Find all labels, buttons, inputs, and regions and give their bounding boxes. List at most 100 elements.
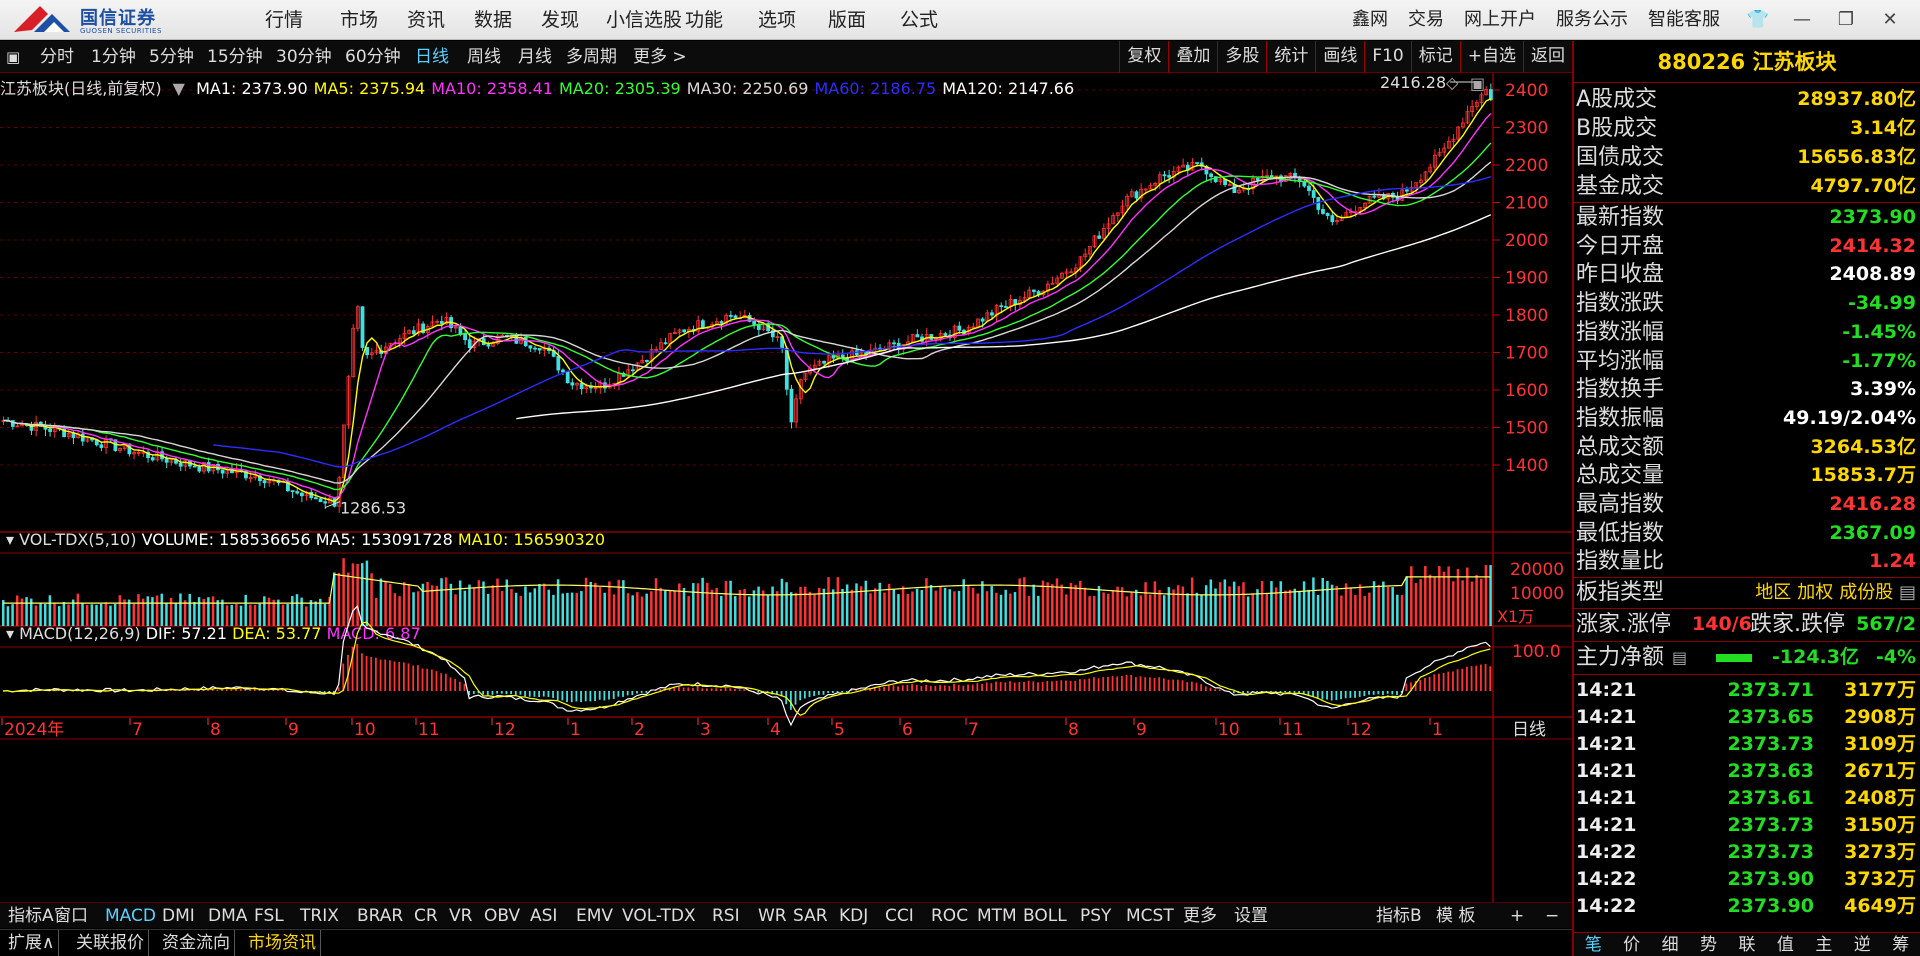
indicator-tab-4[interactable]: DMA	[208, 903, 247, 929]
extension-tab-0[interactable]: 扩展∧	[4, 930, 60, 956]
tool-0[interactable]: 复权	[1119, 41, 1168, 73]
indicator-tab-8[interactable]: CR	[414, 903, 438, 929]
indicator-tab-21[interactable]: BOLL	[1023, 903, 1067, 929]
indicator-tab-1[interactable]: 窗口	[54, 903, 88, 929]
right-menu-3[interactable]: 服务公示	[1556, 0, 1628, 40]
tick-price: 2373.90	[1727, 895, 1814, 918]
indicator-tab-7[interactable]: BRAR	[357, 903, 403, 929]
close-icon[interactable]: ✕	[1868, 0, 1912, 40]
stat-value: -1.45%	[1842, 320, 1916, 343]
indicator-tab-23[interactable]: MCST	[1126, 903, 1174, 929]
menu-8[interactable]: 版面	[828, 0, 866, 40]
extension-tab-1[interactable]: 关联报价	[72, 930, 149, 956]
tool-2[interactable]: 多股	[1217, 41, 1266, 73]
menu-6[interactable]: 功能	[685, 0, 723, 40]
tick-time: 14:22	[1576, 895, 1637, 918]
indicator-right-0[interactable]: 指标B	[1376, 903, 1422, 929]
indicator-tab-19[interactable]: ROC	[931, 903, 968, 929]
indicator-tab-16[interactable]: SAR	[793, 903, 828, 929]
indicator-tab-3[interactable]: DMI	[162, 903, 195, 929]
indicator-tab-5[interactable]: FSL	[254, 903, 284, 929]
tool-4[interactable]: 画线	[1315, 41, 1364, 73]
right-menu-2[interactable]: 网上开户	[1464, 0, 1536, 40]
menu-4[interactable]: 发现	[541, 0, 579, 40]
period-6[interactable]: 日线	[415, 41, 449, 73]
kline-chart-area[interactable]: 2400 2300 2200 2100 2000 1900 1800 1700 1600 1500…	[0, 73, 1572, 902]
indicator-tab-13[interactable]: VOL-TDX	[622, 903, 696, 929]
menu-3[interactable]: 数据	[474, 0, 512, 40]
menu-5[interactable]: 小信选股	[606, 0, 682, 40]
period-4[interactable]: 30分钟	[276, 41, 332, 73]
panel-tab-2[interactable]: 细	[1651, 933, 1689, 956]
divider	[1574, 641, 1920, 643]
menu-2[interactable]: 资讯	[407, 0, 445, 40]
tool-3[interactable]: 统计	[1266, 41, 1315, 73]
panel-tab-6[interactable]: 主	[1805, 933, 1843, 956]
sidebar-toggle-icon[interactable]: ▣	[6, 41, 20, 73]
shirt-icon[interactable]: 👕	[1736, 0, 1780, 40]
tool-1[interactable]: 叠加	[1168, 41, 1217, 73]
x-axis-label: 10	[354, 720, 376, 740]
indicator-tab-17[interactable]: KDJ	[839, 903, 868, 929]
period-0[interactable]: 分时	[40, 41, 74, 73]
menu-9[interactable]: 公式	[900, 0, 938, 40]
menu-1[interactable]: 市场	[340, 0, 378, 40]
panel-tab-8[interactable]: 筹	[1882, 933, 1920, 956]
list-icon[interactable]: ▤	[1672, 643, 1687, 672]
sector-type-2[interactable]: 成份股	[1839, 582, 1893, 603]
extension-tabs: 扩展∧ 关联报价 资金流向 市场资讯	[0, 929, 1572, 956]
panel-tab-4[interactable]: 联	[1728, 933, 1766, 956]
tool-5[interactable]: F10	[1364, 41, 1410, 73]
right-menu-0[interactable]: 鑫网	[1352, 0, 1388, 40]
menu-7[interactable]: 选项	[758, 0, 796, 40]
period-7[interactable]: 周线	[467, 41, 501, 73]
turnover-value: 3.14亿	[1850, 117, 1916, 139]
indicator-tab-18[interactable]: CCI	[885, 903, 914, 929]
brand-logo[interactable]: 国信证券 GUOSEN SECURITIES	[14, 2, 164, 38]
indicator-right-1[interactable]: 模 板	[1436, 903, 1475, 929]
minimize-icon[interactable]: —	[1780, 0, 1824, 40]
panel-tab-7[interactable]: 逆	[1843, 933, 1881, 956]
indicator-tab-14[interactable]: RSI	[712, 903, 740, 929]
restore-icon[interactable]: ❐	[1824, 0, 1868, 40]
extension-tab-3[interactable]: 市场资讯	[244, 930, 321, 956]
indicator-tab-2[interactable]: MACD	[105, 903, 156, 929]
indicator-tab-22[interactable]: PSY	[1080, 903, 1111, 929]
right-menu-1[interactable]: 交易	[1408, 0, 1444, 40]
list-icon[interactable]: ▤	[1893, 582, 1916, 603]
x-axis-label: 12	[494, 720, 516, 740]
indicator-tab-0[interactable]: 指标A	[8, 903, 54, 929]
sector-type-1[interactable]: 加权	[1797, 582, 1833, 603]
menu-0[interactable]: 行情	[265, 0, 303, 40]
period-10[interactable]: 更多 >	[633, 41, 687, 73]
period-3[interactable]: 15分钟	[207, 41, 263, 73]
panel-tab-5[interactable]: 值	[1766, 933, 1804, 956]
right-menu-4[interactable]: 智能客服	[1648, 0, 1720, 40]
period-9[interactable]: 多周期	[566, 41, 617, 73]
indicator-tab-9[interactable]: VR	[449, 903, 472, 929]
turnover-row: 基金成交 4797.70亿	[1574, 172, 1920, 201]
period-2[interactable]: 5分钟	[149, 41, 194, 73]
tool-7[interactable]: +自选	[1459, 41, 1523, 73]
tool-8[interactable]: 返回	[1523, 41, 1572, 73]
period-8[interactable]: 月线	[518, 41, 552, 73]
indicator-right-3[interactable]: −	[1545, 903, 1559, 929]
indicator-tab-12[interactable]: EMV	[576, 903, 613, 929]
indicator-tab-24[interactable]: 更多	[1183, 903, 1217, 929]
indicator-tab-11[interactable]: ASI	[530, 903, 557, 929]
period-1[interactable]: 1分钟	[91, 41, 136, 73]
extension-tab-2[interactable]: 资金流向	[158, 930, 235, 956]
indicator-tab-25[interactable]: 设置	[1234, 903, 1268, 929]
indicator-tab-15[interactable]: WR	[758, 903, 787, 929]
panel-tab-3[interactable]: 势	[1689, 933, 1727, 956]
panel-tab-1[interactable]: 价	[1612, 933, 1650, 956]
period-5[interactable]: 60分钟	[345, 41, 401, 73]
indicator-tab-6[interactable]: TRIX	[300, 903, 339, 929]
sector-type-0[interactable]: 地区	[1755, 582, 1791, 603]
tool-6[interactable]: 标记	[1410, 41, 1460, 73]
legend-dropdown-icon[interactable]: ▼	[173, 79, 185, 98]
indicator-right-2[interactable]: +	[1510, 903, 1524, 929]
indicator-tab-20[interactable]: MTM	[977, 903, 1017, 929]
panel-tab-0[interactable]: 笔	[1574, 933, 1612, 956]
indicator-tab-10[interactable]: OBV	[484, 903, 520, 929]
